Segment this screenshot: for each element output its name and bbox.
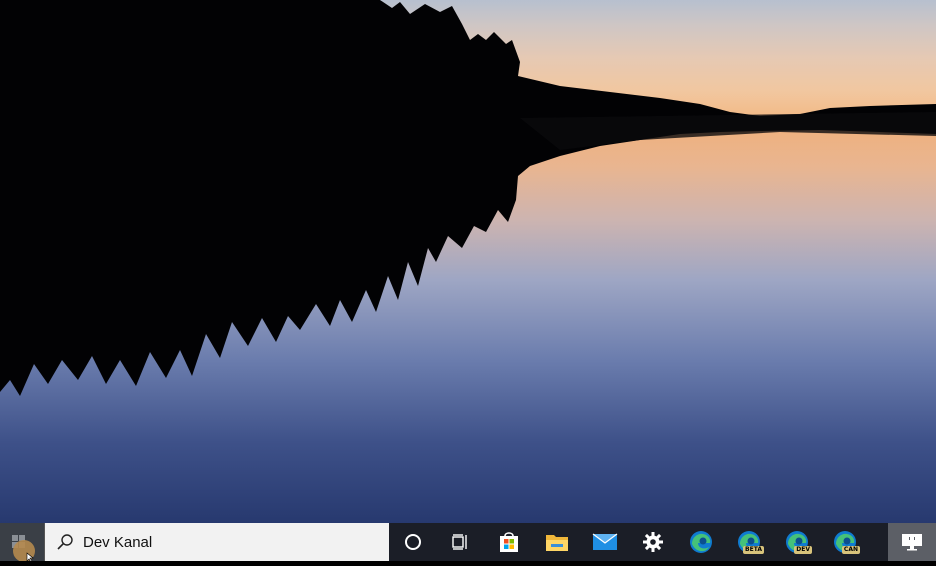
cortana-button[interactable] <box>389 523 437 561</box>
mail-button[interactable] <box>581 523 629 561</box>
task-view-button[interactable] <box>437 523 485 561</box>
edge-button[interactable] <box>677 523 725 561</box>
edge-icon <box>690 531 712 553</box>
start-button[interactable] <box>0 523 44 563</box>
edge-beta-badge: BETA <box>743 546 764 554</box>
edge-canary-badge: CAN <box>841 546 860 554</box>
edge-beta-button[interactable]: BETA <box>725 523 773 561</box>
show-desktop-tray-button[interactable] <box>888 523 936 561</box>
settings-button[interactable] <box>629 523 677 561</box>
windows-logo-icon <box>12 535 35 563</box>
task-view-icon <box>452 534 467 550</box>
file-explorer-icon <box>546 535 568 551</box>
desktop-display-icon <box>902 534 922 551</box>
desktop-wallpaper <box>0 0 936 523</box>
cortana-icon <box>405 534 421 550</box>
taskbar: Dev Kanal BETA DEV CAN <box>0 523 936 563</box>
file-explorer-button[interactable] <box>533 523 581 561</box>
settings-icon <box>643 532 663 552</box>
edge-canary-button[interactable]: CAN <box>821 523 869 561</box>
wallpaper-forest-silhouette <box>0 0 936 396</box>
edge-dev-button[interactable]: DEV <box>773 523 821 561</box>
mail-icon <box>592 533 618 550</box>
microsoft-store-button[interactable] <box>485 523 533 561</box>
search-placeholder: Dev Kanal <box>83 533 153 551</box>
edge-dev-badge: DEV <box>794 546 812 554</box>
taskbar-search-box[interactable]: Dev Kanal <box>44 523 389 561</box>
microsoft-store-icon <box>500 532 518 552</box>
search-icon <box>57 534 73 550</box>
